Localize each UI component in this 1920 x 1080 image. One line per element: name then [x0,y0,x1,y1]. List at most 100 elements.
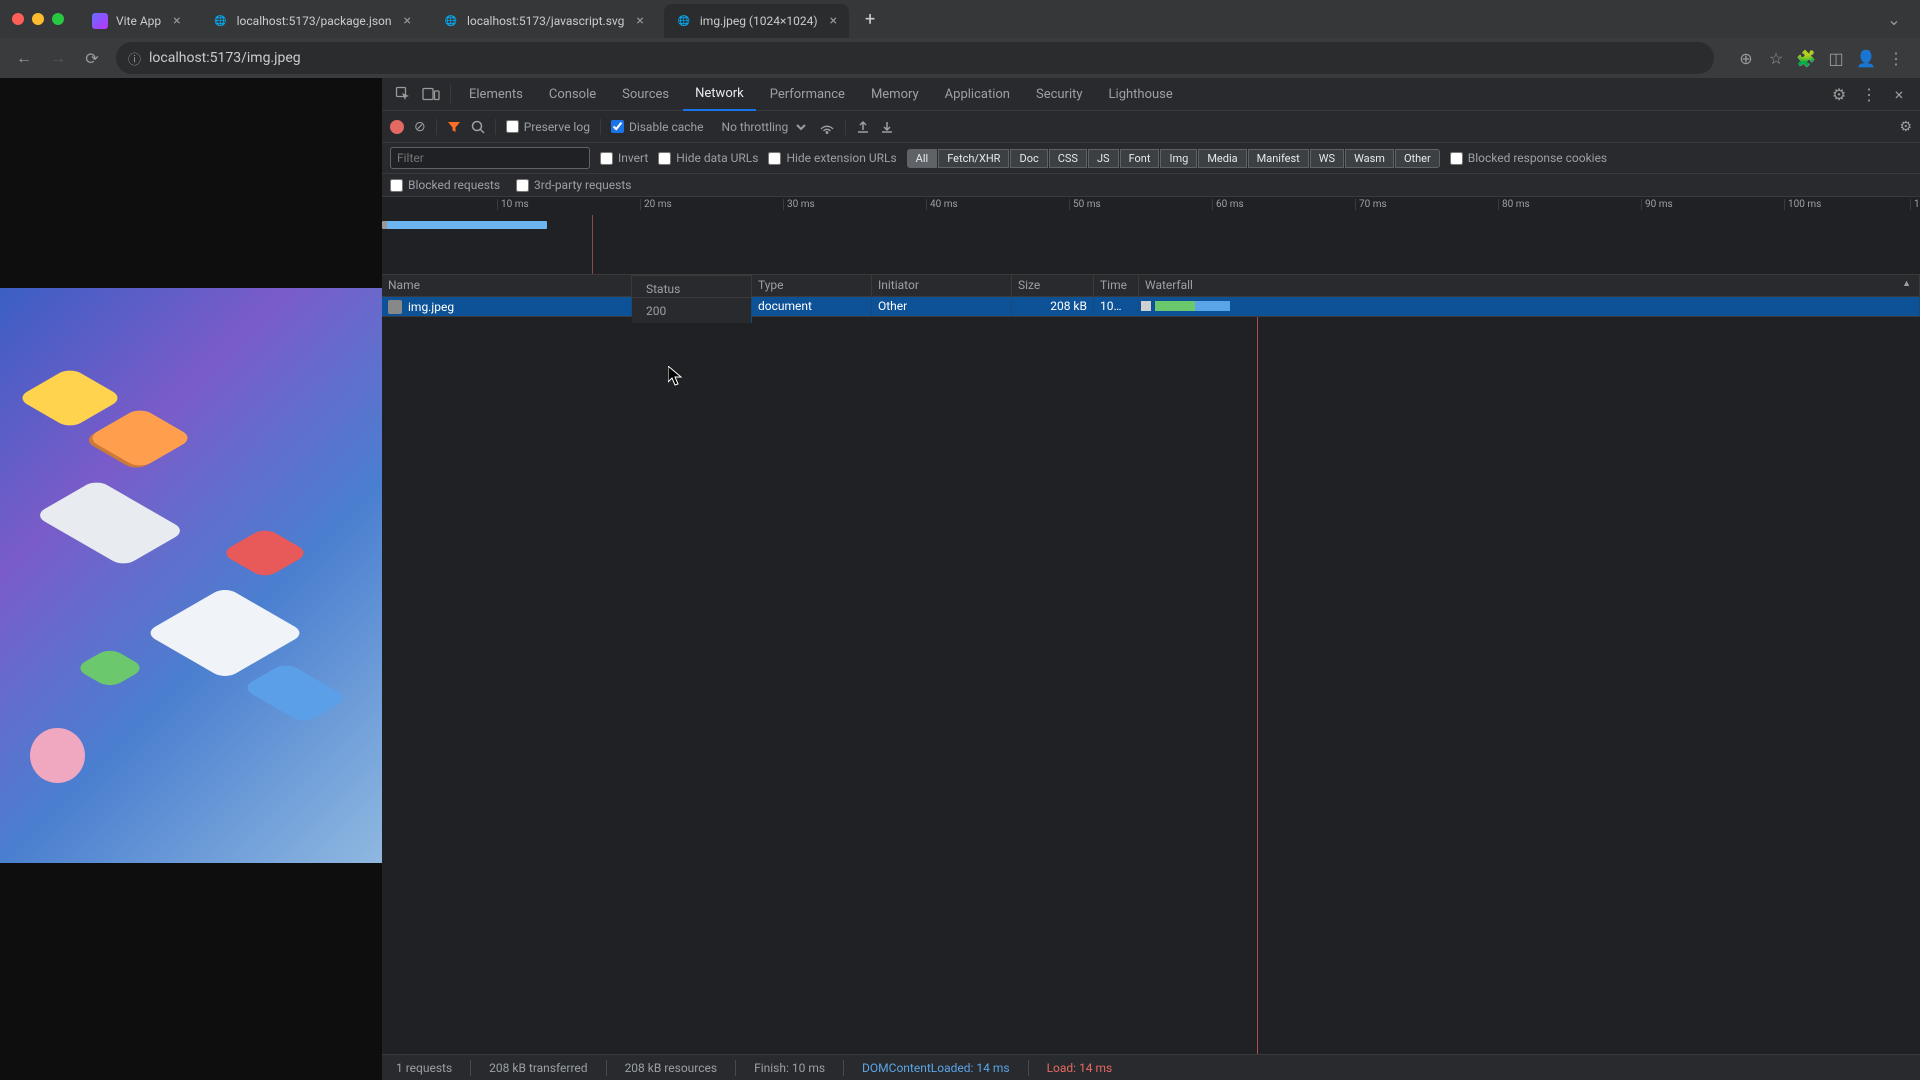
viewed-image[interactable] [0,288,382,863]
type-font[interactable]: Font [1120,149,1160,168]
type-media[interactable]: Media [1198,149,1246,168]
col-name[interactable]: Name [382,275,632,296]
type-doc[interactable]: Doc [1010,149,1047,168]
bookmark-icon[interactable]: ☆ [1762,44,1790,72]
tab-img-jpeg[interactable]: 🌐 img.jpeg (1024×1024) × [664,4,849,38]
status-resources: 208 kB resources [625,1061,718,1075]
col-type[interactable]: Type [752,275,872,296]
import-har-icon[interactable] [856,120,870,134]
close-devtools-icon[interactable]: × [1886,81,1912,107]
close-tab-icon[interactable]: × [830,13,837,29]
network-toolbar: ⊘ Preserve log Disable cache No throttli… [382,111,1920,143]
disable-cache-checkbox[interactable]: Disable cache [611,120,704,134]
back-button[interactable]: ← [10,44,38,72]
hide-data-urls-checkbox[interactable]: Hide data URLs [658,151,758,165]
tab-elements[interactable]: Elements [457,79,535,110]
tab-application[interactable]: Application [933,79,1022,110]
status-finish: Finish: 10 ms [754,1061,825,1075]
preserve-log-checkbox[interactable]: Preserve log [506,120,590,134]
forward-button[interactable]: → [44,44,72,72]
close-tab-icon[interactable]: × [173,13,180,29]
type-ws[interactable]: WS [1310,149,1344,168]
tab-security[interactable]: Security [1024,79,1095,110]
tab-package-json[interactable]: 🌐 localhost:5173/package.json × [201,4,423,38]
favicon-icon [92,13,108,29]
minimize-window-icon[interactable] [32,13,44,25]
tab-title: localhost:5173/package.json [237,14,392,28]
tab-network[interactable]: Network [683,78,756,111]
url-text: localhost:5173/img.jpeg [149,50,301,66]
settings-gear-icon[interactable]: ⚙ [1899,119,1912,135]
tab-sources[interactable]: Sources [610,79,681,110]
type-img[interactable]: Img [1160,149,1197,168]
timeline-overview[interactable]: 10 ms 20 ms 30 ms 40 ms 50 ms 60 ms 70 m… [382,197,1920,275]
hide-extension-urls-checkbox[interactable]: Hide extension URLs [768,151,896,165]
maximize-window-icon[interactable] [52,13,64,25]
col-initiator[interactable]: Initiator [872,275,1012,296]
chevron-down-icon[interactable]: ⌄ [1880,5,1908,33]
col-time[interactable]: Time [1094,275,1139,296]
type-manifest[interactable]: Manifest [1248,149,1309,168]
status-domcontentloaded: DOMContentLoaded: 14 ms [862,1061,1010,1075]
tick-label: 100 ms [1784,199,1821,210]
address-bar[interactable]: ⓘ localhost:5173/img.jpeg [116,42,1714,74]
type-wasm[interactable]: Wasm [1345,149,1394,168]
browser-titlebar: Vite App × 🌐 localhost:5173/package.json… [0,0,1920,38]
gear-icon[interactable]: ⚙ [1826,81,1852,107]
reload-button[interactable]: ⟳ [78,44,106,72]
col-size[interactable]: Size [1012,275,1094,296]
tab-performance[interactable]: Performance [758,79,857,110]
tick-label: 80 ms [1498,199,1530,210]
close-tab-icon[interactable]: × [636,13,643,29]
record-button[interactable] [390,120,404,134]
close-window-icon[interactable] [12,13,24,25]
zoom-icon[interactable]: ⊕ [1732,44,1760,72]
tab-title: img.jpeg (1024×1024) [700,14,818,28]
type-js[interactable]: JS [1088,149,1119,168]
blocked-cookies-checkbox[interactable]: Blocked response cookies [1450,151,1607,165]
type-fetch[interactable]: Fetch/XHR [938,149,1009,168]
table-row[interactable]: img.jpeg 200 document Other 208 kB 10… [382,297,1920,317]
filter-icon[interactable] [447,120,461,134]
site-info-icon[interactable]: ⓘ [128,49,141,68]
extensions-icon[interactable]: 🧩 [1792,44,1820,72]
blocked-requests-checkbox[interactable]: Blocked requests [390,178,500,192]
filter-input[interactable] [390,147,590,169]
profile-icon[interactable]: 👤 [1852,44,1880,72]
network-filter-bar-2: Blocked requests 3rd-party requests [382,174,1920,197]
close-tab-icon[interactable]: × [403,13,410,29]
tick-label: 50 ms [1069,199,1101,210]
cell-name: img.jpeg [382,297,632,316]
type-all[interactable]: All [907,149,938,168]
cell-size: 208 kB [1012,297,1094,316]
menu-icon[interactable]: ⋮ [1882,44,1910,72]
sidepanel-icon[interactable]: ◫ [1822,44,1850,72]
devtools-panel: Elements Console Sources Network Perform… [382,78,1920,1080]
tab-console[interactable]: Console [537,79,608,110]
clear-icon[interactable]: ⊘ [414,119,426,135]
favicon-icon: 🌐 [443,13,459,29]
third-party-checkbox[interactable]: 3rd-party requests [516,178,631,192]
tab-javascript-svg[interactable]: 🌐 localhost:5173/javascript.svg × [431,4,656,38]
invert-checkbox[interactable]: Invert [600,151,648,165]
inspect-element-icon[interactable] [390,81,416,107]
favicon-icon: 🌐 [676,13,692,29]
kebab-icon[interactable]: ⋮ [1856,81,1882,107]
tick-label: 20 ms [640,199,672,210]
new-tab-button[interactable]: + [865,9,875,30]
tab-lighthouse[interactable]: Lighthouse [1097,79,1185,110]
type-css[interactable]: CSS [1049,149,1087,168]
tick-label: 30 ms [783,199,815,210]
search-icon[interactable] [471,120,485,134]
device-toolbar-icon[interactable] [418,81,444,107]
export-har-icon[interactable] [880,120,894,134]
tab-memory[interactable]: Memory [859,79,931,110]
table-body-empty [382,317,1920,1054]
col-waterfall[interactable]: Waterfall▲ [1139,275,1920,296]
type-other[interactable]: Other [1395,149,1440,168]
image-file-icon [388,300,402,314]
tab-vite-app[interactable]: Vite App × [80,4,193,38]
tab-title: Vite App [116,14,161,28]
network-conditions-icon[interactable] [819,120,835,134]
throttling-select[interactable]: No throttling [714,117,809,137]
